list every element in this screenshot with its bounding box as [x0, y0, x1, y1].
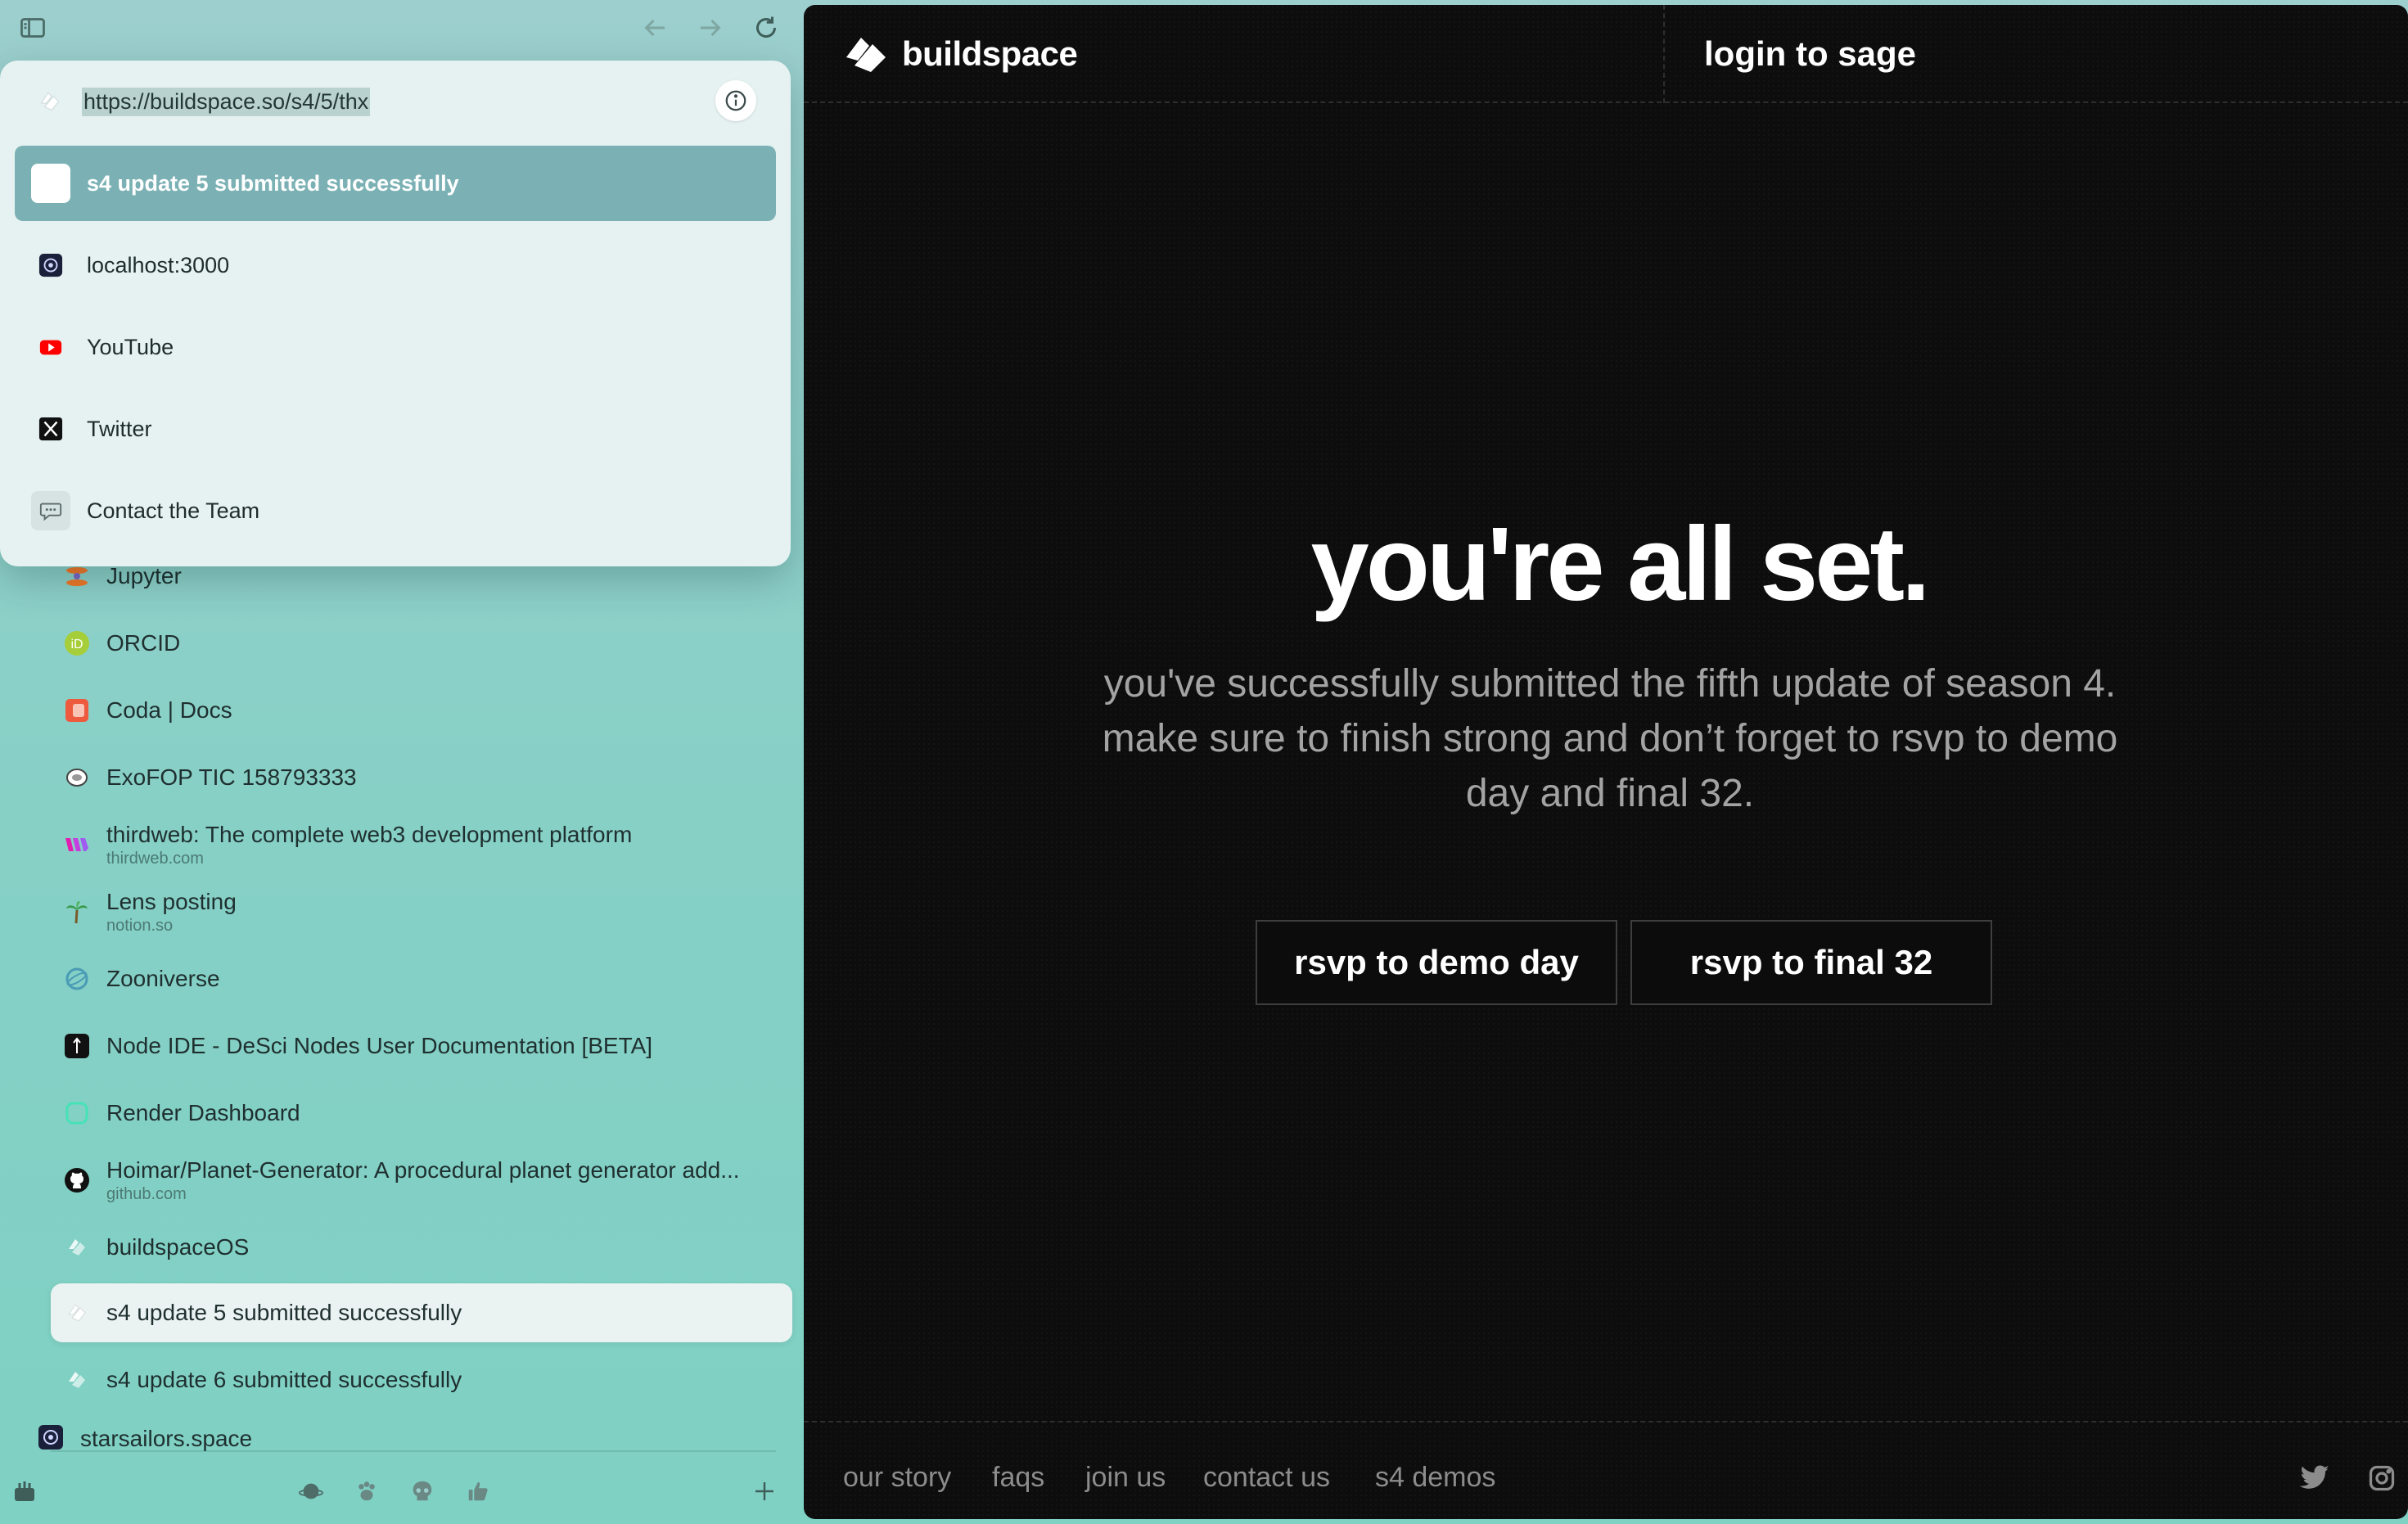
- new-tab-plus-icon[interactable]: [746, 1473, 782, 1509]
- exofop-icon: [64, 764, 90, 791]
- tab-title: Render Dashboard: [106, 1100, 300, 1125]
- buildspace-logo-icon: [846, 38, 886, 72]
- footer-link-contact-us[interactable]: contact us: [1203, 1462, 1330, 1494]
- web-content: buildspace login to sage you're all set.…: [804, 5, 2408, 1519]
- paw-icon[interactable]: [349, 1473, 385, 1509]
- thumbs-up-icon[interactable]: [460, 1473, 496, 1509]
- sidebar-toggle-icon[interactable]: [15, 11, 51, 44]
- suggestion-item[interactable]: localhost:3000: [15, 228, 776, 303]
- buildspace-icon: [36, 88, 64, 115]
- tab-title: Node IDE - DeSci Nodes User Documentatio…: [106, 1033, 653, 1058]
- tab-title: Lens posting: [106, 888, 237, 914]
- tab-s4-update-5[interactable]: s4 update 5 submitted successfully: [51, 1283, 792, 1342]
- sidebar-bottom-bar: [0, 1465, 804, 1524]
- brand-name: buildspace: [902, 34, 1078, 73]
- footer-link-our-story[interactable]: our story: [843, 1462, 951, 1494]
- suggestion-label: Contact the Team: [87, 498, 260, 523]
- tab-orcid[interactable]: iD ORCID: [51, 614, 792, 673]
- x-icon: [31, 409, 70, 449]
- page-subtitle: you've successfully submitted the fifth …: [1102, 662, 2118, 815]
- tab-starsailors[interactable]: starsailors.space: [25, 1419, 766, 1452]
- buildspace-icon: [64, 1234, 90, 1260]
- tab-title: Coda | Docs: [106, 697, 232, 723]
- url-row[interactable]: https://buildspace.so/s4/5/thx: [0, 61, 791, 142]
- starsailors-icon: [38, 1424, 64, 1450]
- tab-title: s4 update 5 submitted successfully: [106, 1300, 462, 1325]
- footer-link-faqs[interactable]: faqs: [992, 1462, 1044, 1494]
- page-title: you're all set.: [1310, 506, 1931, 623]
- site-header: buildspace login to sage: [804, 5, 2408, 103]
- orcid-icon: iD: [64, 630, 90, 656]
- skull-icon[interactable]: [404, 1473, 440, 1509]
- tab-domain: notion.so: [106, 916, 174, 935]
- suggestion-item[interactable]: s4 update 5 submitted successfully: [15, 146, 776, 221]
- tab-title: Jupyter: [106, 563, 182, 588]
- reload-icon[interactable]: [748, 11, 784, 44]
- desci-icon: [64, 1033, 90, 1059]
- coda-icon: [64, 697, 90, 724]
- header-divider: [1663, 5, 1665, 103]
- suggestion-label: Twitter: [87, 416, 152, 441]
- buildspace-icon: [64, 1300, 90, 1326]
- tab-s4-update-6[interactable]: s4 update 6 submitted successfully: [51, 1350, 792, 1409]
- tab-title: thirdweb: The complete web3 development …: [106, 821, 633, 847]
- buildspace-icon: [64, 1367, 90, 1393]
- tab-render-dashboard[interactable]: Render Dashboard: [51, 1084, 792, 1143]
- info-icon[interactable]: [715, 80, 756, 121]
- tab-exofop[interactable]: ExoFOP TIC 158793333: [51, 748, 792, 807]
- space-planet-icon[interactable]: [293, 1473, 329, 1509]
- login-link[interactable]: login to sage: [1704, 34, 1916, 74]
- suggestion-item[interactable]: YouTube: [15, 309, 776, 385]
- tab-title: Zooniverse: [106, 966, 220, 991]
- tab-zooniverse[interactable]: Zooniverse: [51, 949, 792, 1008]
- tab-coda[interactable]: Coda | Docs: [51, 681, 792, 740]
- command-bar-popup: https://buildspace.so/s4/5/thx s4 update…: [0, 61, 791, 566]
- url-input[interactable]: https://buildspace.so/s4/5/thx: [82, 87, 371, 116]
- rsvp-final-32-button[interactable]: rsvp to final 32: [1630, 920, 1992, 1005]
- tab-lens-posting[interactable]: Lens posting notion.so: [51, 882, 792, 941]
- footer-link-join-us[interactable]: join us: [1085, 1462, 1166, 1494]
- suggestion-label: YouTube: [87, 334, 174, 359]
- tab-thirdweb[interactable]: thirdweb: The complete web3 development …: [51, 815, 792, 874]
- suggestion-label: localhost:3000: [87, 252, 230, 277]
- github-icon: [64, 1167, 90, 1193]
- youtube-icon: [31, 327, 70, 367]
- suggestion-item[interactable]: Contact the Team: [15, 473, 776, 548]
- tab-buildspaceos[interactable]: buildspaceOS: [51, 1218, 792, 1277]
- tab-title: ExoFOP TIC 158793333: [106, 764, 357, 790]
- archive-box-icon[interactable]: [7, 1473, 43, 1509]
- zooniverse-icon: [64, 966, 90, 992]
- tab-domain: thirdweb.com: [106, 849, 204, 868]
- jupyter-icon: [64, 563, 90, 589]
- blank-page-icon: [31, 164, 70, 203]
- thirdweb-icon: [64, 832, 90, 858]
- brand-link[interactable]: buildspace: [843, 33, 1078, 75]
- svg-text:iD: iD: [70, 638, 83, 652]
- back-arrow-icon[interactable]: [637, 11, 673, 44]
- site-footer: our story faqs join us contact us s4 dem…: [804, 1421, 2408, 1519]
- forward-arrow-icon[interactable]: [692, 11, 728, 44]
- tab-domain: github.com: [106, 1184, 187, 1203]
- tab-title: ORCID: [106, 630, 181, 656]
- tab-node-ide[interactable]: Node IDE - DeSci Nodes User Documentatio…: [51, 1017, 792, 1075]
- footer-link-s4-demos[interactable]: s4 demos: [1375, 1462, 1495, 1494]
- palm-tree-icon: [64, 899, 90, 925]
- sidebar-divider: [51, 1450, 776, 1452]
- tab-title: Hoimar/Planet-Generator: A procedural pl…: [106, 1157, 740, 1183]
- instagram-icon[interactable]: [2365, 1462, 2398, 1495]
- chat-bubble-icon: [31, 491, 70, 530]
- starsailors-icon: [31, 246, 70, 285]
- rsvp-demo-day-button[interactable]: rsvp to demo day: [1256, 920, 1617, 1005]
- sidebar-toolbar: [0, 0, 804, 54]
- suggestion-label: s4 update 5 submitted successfully: [87, 170, 459, 196]
- twitter-bird-icon[interactable]: [2298, 1462, 2331, 1495]
- tab-title: buildspaceOS: [106, 1234, 250, 1260]
- suggestion-item[interactable]: Twitter: [15, 391, 776, 467]
- tab-title: starsailors.space: [80, 1426, 253, 1451]
- render-icon: [64, 1100, 90, 1126]
- tab-title: s4 update 6 submitted successfully: [106, 1367, 462, 1392]
- tab-planet-generator[interactable]: Hoimar/Planet-Generator: A procedural pl…: [51, 1151, 792, 1210]
